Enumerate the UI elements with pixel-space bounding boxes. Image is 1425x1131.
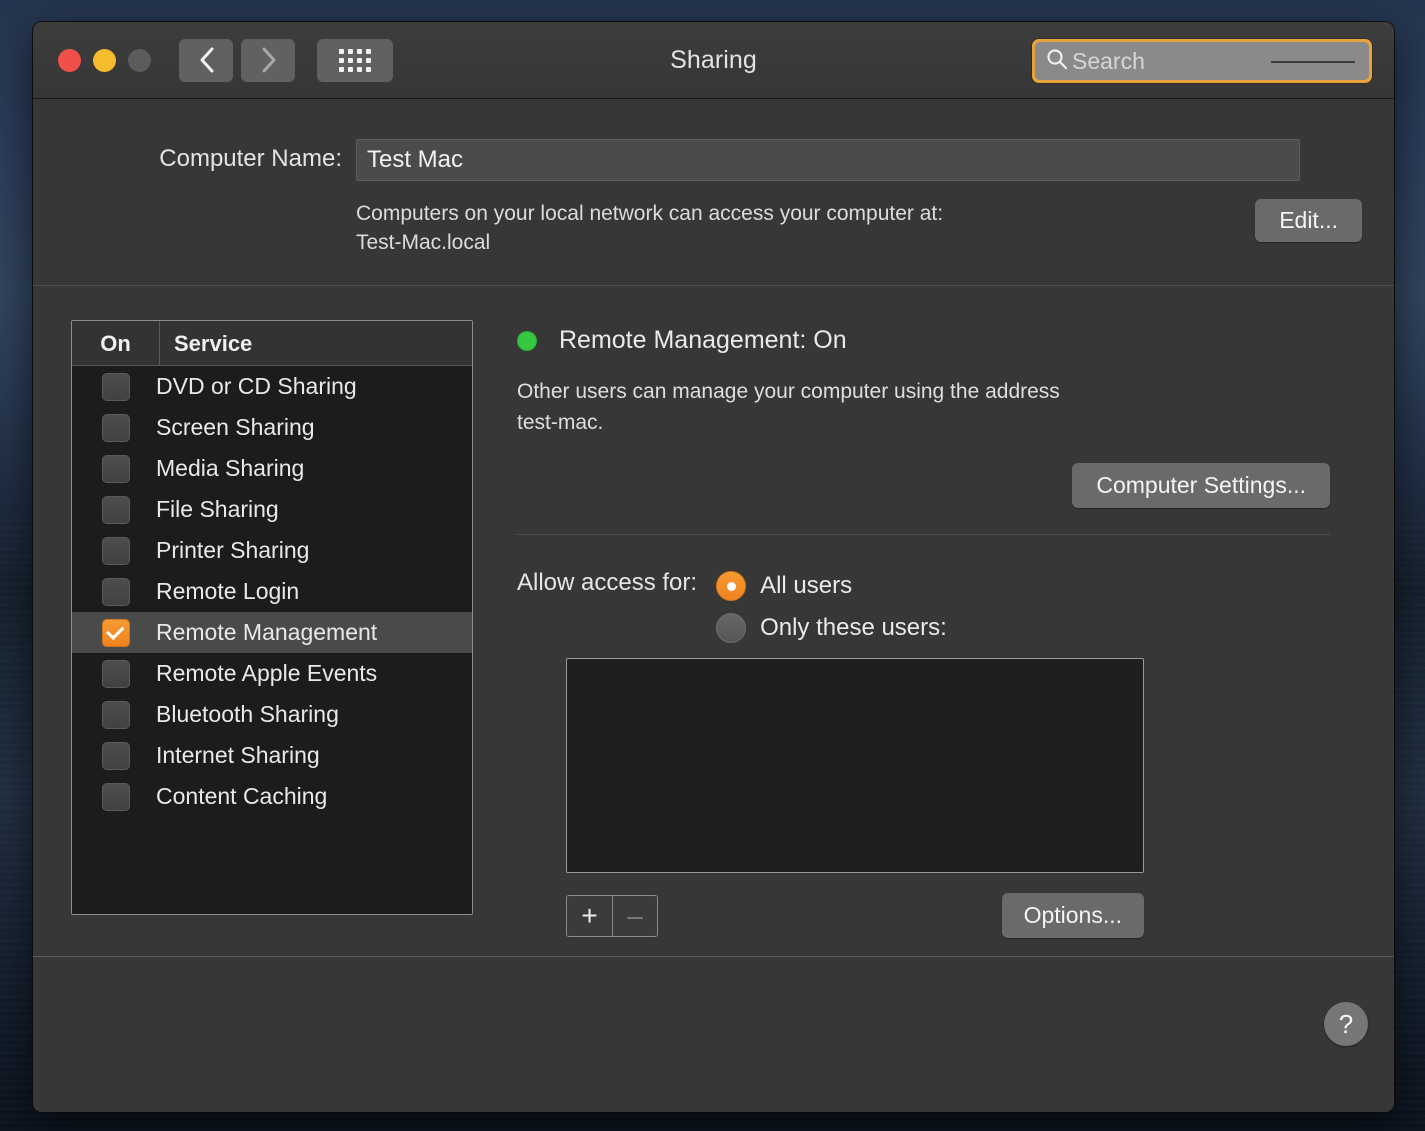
search-field-focus-ring: Search (1032, 39, 1372, 83)
service-list: On Service DVD or CD Sharing Screen Shari… (71, 320, 473, 915)
table-row[interactable]: Printer Sharing (72, 530, 472, 571)
table-row[interactable]: Content Caching (72, 776, 472, 817)
service-label: Remote Management (156, 619, 378, 645)
status-title: Remote Management: On (559, 326, 847, 354)
search-icon (1045, 47, 1069, 76)
service-checkbox[interactable] (102, 618, 130, 647)
search-input[interactable]: Search (1035, 42, 1369, 80)
access-radio-group: All users Only these users: (716, 565, 1356, 649)
computer-name-description-row: Computers on your local network can acce… (33, 199, 1394, 257)
traffic-light-group (58, 48, 151, 72)
status-description: Other users can manage your computer usi… (517, 380, 1060, 434)
service-label: Internet Sharing (156, 742, 320, 768)
edit-button[interactable]: Edit... (1255, 199, 1362, 242)
service-checkbox[interactable] (102, 782, 130, 811)
sharing-panes: On Service DVD or CD Sharing Screen Shari… (33, 286, 1394, 938)
computer-settings-row: Computer Settings... (517, 463, 1356, 508)
service-checkbox[interactable] (102, 577, 130, 606)
computer-name-section: Computer Name: Test Mac Computers on you… (33, 99, 1394, 286)
allow-access-label: Allow access for: (517, 569, 698, 596)
service-label: Screen Sharing (156, 414, 315, 440)
chevron-right-icon (260, 47, 277, 73)
computer-name-input[interactable]: Test Mac (356, 139, 1300, 181)
window-footer: ? (33, 957, 1394, 1112)
sharing-preferences-window: Sharing Search Computer Name: Test Mac C… (33, 22, 1394, 1112)
show-all-grid-icon (339, 48, 371, 72)
service-checkbox[interactable] (102, 413, 130, 442)
service-label: Bluetooth Sharing (156, 701, 339, 727)
radio-label: Only these users: (760, 614, 947, 641)
add-user-button[interactable]: + (567, 895, 612, 936)
zoom-button (128, 48, 151, 72)
service-label: Remote Login (156, 578, 300, 604)
table-row[interactable]: Screen Sharing (72, 407, 472, 448)
radio-button[interactable] (716, 613, 747, 643)
computer-name-label: Computer Name: (159, 145, 342, 172)
window-titlebar: Sharing Search (33, 22, 1394, 99)
service-checkbox[interactable] (102, 372, 130, 401)
column-header-service: Service (174, 330, 253, 356)
back-button[interactable] (179, 38, 233, 82)
search-placeholder-text: Search (1072, 47, 1145, 74)
computer-name-description: Computers on your local network can acce… (356, 202, 944, 254)
service-checkbox[interactable] (102, 659, 130, 688)
access-radio-row[interactable]: All users (716, 565, 1356, 607)
chevron-left-icon (198, 47, 215, 73)
options-button[interactable]: Options... (1001, 893, 1144, 938)
column-header-on: On (72, 321, 160, 365)
service-label: Printer Sharing (156, 537, 310, 563)
service-detail-pane: Remote Management: On Other users can ma… (473, 320, 1364, 938)
users-list-toolbar: + – Options... (566, 893, 1144, 938)
service-label: DVD or CD Sharing (156, 373, 357, 399)
status-row: Remote Management: On (517, 326, 1356, 355)
service-checkbox[interactable] (102, 536, 130, 565)
computer-name-row: Computer Name: Test Mac (33, 139, 1394, 181)
service-label: Media Sharing (156, 455, 305, 481)
allowed-users-list[interactable] (566, 658, 1144, 873)
service-list-rows: DVD or CD Sharing Screen Sharing Media Sha… (72, 366, 472, 914)
service-checkbox[interactable] (102, 454, 130, 483)
service-label: Content Caching (156, 783, 328, 809)
close-button[interactable] (58, 48, 81, 72)
table-row[interactable]: DVD or CD Sharing (72, 366, 472, 407)
show-all-button[interactable] (317, 38, 393, 82)
table-row[interactable]: Remote Login (72, 571, 472, 612)
search-field-rule (1271, 61, 1355, 63)
service-list-header: On Service (72, 321, 472, 366)
minimize-button[interactable] (93, 48, 116, 72)
service-label: File Sharing (156, 496, 279, 522)
status-indicator-dot (517, 330, 537, 351)
table-row[interactable]: Bluetooth Sharing (72, 694, 472, 735)
radio-button[interactable] (716, 571, 747, 601)
table-row[interactable]: Remote Management (72, 612, 472, 653)
forward-button[interactable] (241, 38, 295, 82)
table-row[interactable]: File Sharing (72, 489, 472, 530)
service-checkbox[interactable] (102, 700, 130, 729)
radio-label: All users (760, 572, 853, 599)
access-radio-row[interactable]: Only these users: (716, 607, 1356, 649)
service-checkbox[interactable] (102, 741, 130, 770)
navigation-buttons (179, 38, 295, 82)
table-row[interactable]: Internet Sharing (72, 735, 472, 776)
computer-name-value: Test Mac (367, 146, 464, 173)
remove-user-button: – (612, 895, 657, 936)
add-remove-user-group: + – (566, 894, 658, 937)
section-divider-middle (517, 534, 1330, 535)
help-button[interactable]: ? (1324, 1002, 1368, 1046)
window-content: Computer Name: Test Mac Computers on you… (33, 99, 1394, 1112)
table-row[interactable]: Media Sharing (72, 448, 472, 489)
service-checkbox[interactable] (102, 495, 130, 524)
computer-settings-button[interactable]: Computer Settings... (1072, 463, 1330, 508)
service-label: Remote Apple Events (156, 660, 378, 686)
table-row[interactable]: Remote Apple Events (72, 653, 472, 694)
allow-access-block: Allow access for: All users Only these us… (517, 565, 1356, 649)
